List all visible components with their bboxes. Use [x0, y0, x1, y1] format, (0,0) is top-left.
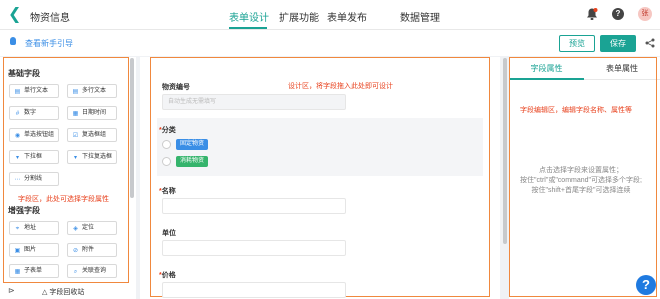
- help-fab-icon[interactable]: ?: [636, 275, 656, 295]
- field-subform[interactable]: ▦ 子表单: [9, 264, 59, 278]
- calendar-icon: ▦: [72, 111, 79, 117]
- field-divider[interactable]: ⋯ 分割线: [9, 172, 59, 186]
- category-option-fixed: 固定物资: [176, 139, 209, 150]
- design-area-scrollbar[interactable]: [503, 58, 507, 244]
- table-icon: ▦: [14, 269, 21, 275]
- dropdown-icon: ▾: [15, 155, 19, 161]
- radio-icon: ◉: [14, 133, 21, 139]
- hint-line-2: 按住"ctrl"或"command"可选择多个字段;: [520, 177, 642, 184]
- hint-line-1: 点击选择字段来设置属性；: [539, 167, 623, 174]
- help-icon[interactable]: ?: [612, 8, 624, 20]
- search-icon: ⌕: [73, 269, 78, 275]
- divider-icon: ⋯: [14, 177, 21, 183]
- field-datetime[interactable]: ▦ 日期时间: [67, 106, 117, 120]
- tab-publish[interactable]: 表单发布: [327, 9, 367, 24]
- unit-field[interactable]: [162, 240, 346, 256]
- collapse-panel-icon[interactable]: ⊳: [8, 286, 15, 295]
- locate-icon: ◈: [73, 226, 78, 232]
- field-panel-scrollbar[interactable]: [130, 58, 134, 198]
- field-checkbox-group[interactable]: ☑ 复选框组: [67, 128, 117, 142]
- unit-label: 单位: [162, 230, 176, 237]
- advanced-fields-title: 增强字段: [8, 206, 40, 215]
- page-title: 物资信息: [30, 13, 70, 24]
- preview-button[interactable]: 预览: [559, 35, 595, 52]
- category-radio-2[interactable]: [162, 157, 171, 166]
- field-dropdown-multi[interactable]: ▾ 下拉复选框: [67, 150, 117, 164]
- category-label: *分类: [159, 127, 176, 134]
- text-icon: ▤: [14, 89, 21, 95]
- code-field: 自动生成无需填写: [162, 94, 346, 110]
- map-pin-icon: ⌖: [15, 226, 20, 232]
- field-dropdown[interactable]: ▾ 下拉框: [9, 150, 59, 164]
- design-area-note: 设计区，将字段拖入此处即可设计: [288, 83, 393, 90]
- dropdown-multi-icon: ▾: [73, 155, 77, 161]
- price-field[interactable]: [162, 282, 346, 298]
- code-label: 物资编号: [162, 84, 190, 91]
- field-radio-group[interactable]: ◉ 单选按钮组: [9, 128, 59, 142]
- back-chevron-icon[interactable]: ❮: [8, 6, 22, 24]
- design-area-highlight: [150, 57, 490, 297]
- recycle-icon: △: [42, 289, 48, 296]
- bell-icon[interactable]: [585, 7, 599, 21]
- field-multi-line-text[interactable]: ▤ 多行文本: [67, 84, 117, 98]
- multiline-icon: ▤: [72, 89, 79, 95]
- category-radio-1[interactable]: [162, 140, 171, 149]
- name-label: *名称: [159, 188, 176, 195]
- active-tab-indicator: [229, 27, 267, 29]
- field-address[interactable]: ⌖ 地址: [9, 221, 59, 235]
- share-icon[interactable]: [645, 38, 655, 48]
- price-label: *价格: [159, 272, 176, 279]
- name-field[interactable]: [162, 198, 346, 214]
- field-panel-note: 字段区，此处可选择字段属性: [18, 196, 109, 203]
- tab-extensions[interactable]: 扩展功能: [279, 9, 319, 24]
- checkbox-icon: ☑: [72, 133, 79, 139]
- field-location[interactable]: ◈ 定位: [67, 221, 117, 235]
- paperclip-icon: ⊘: [72, 248, 79, 254]
- save-button[interactable]: 保存: [600, 35, 636, 52]
- category-option-consumable: 消耗物资: [176, 156, 209, 167]
- lightbulb-icon: [10, 37, 16, 45]
- image-icon: ▣: [14, 248, 21, 254]
- field-image[interactable]: ▣ 图片: [9, 243, 59, 257]
- field-number[interactable]: # 数字: [9, 106, 59, 120]
- field-single-line-text[interactable]: ▤ 单行文本: [9, 84, 59, 98]
- guide-link[interactable]: 查看新手引导: [25, 38, 73, 49]
- tab-form-design[interactable]: 表单设计: [229, 9, 269, 24]
- recycle-bin[interactable]: △ 字段回收站: [42, 287, 84, 297]
- tab-data-management[interactable]: 数据管理: [400, 9, 440, 24]
- hint-line-3: 按住"shift+首尾字段"可选择连续: [531, 187, 631, 194]
- number-icon: #: [15, 111, 20, 117]
- property-panel-note: 字段编辑区，编辑字段名称、属性等: [520, 107, 632, 114]
- avatar[interactable]: 张: [638, 7, 652, 21]
- field-related-query[interactable]: ⌕ 关联查询: [67, 264, 117, 278]
- field-attachment[interactable]: ⊘ 附件: [67, 243, 117, 257]
- basic-fields-title: 基础字段: [8, 69, 40, 78]
